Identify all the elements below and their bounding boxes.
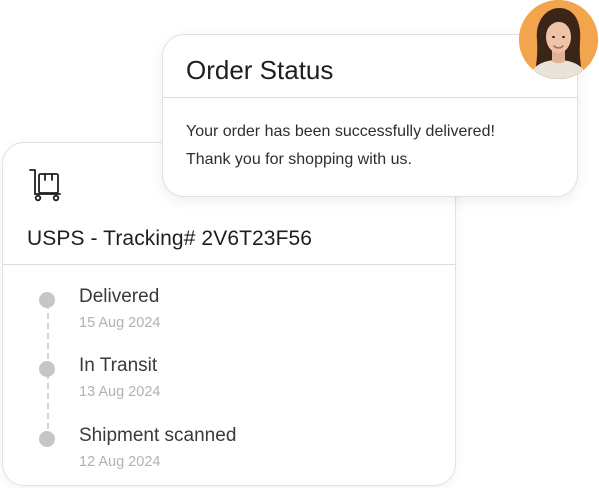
- timeline-status-label: Shipment scanned: [79, 425, 237, 446]
- user-avatar: [519, 0, 598, 79]
- message-line: Your order has been successfully deliver…: [186, 123, 495, 140]
- timeline-dot: [39, 292, 55, 308]
- message-line: Thank you for shopping with us.: [186, 151, 412, 168]
- divider: [3, 264, 455, 265]
- divider: [163, 97, 577, 98]
- timeline-status-label: Delivered: [79, 286, 160, 307]
- tracking-number-title: USPS - Tracking# 2V6T23F56: [27, 227, 313, 250]
- order-status-card: Order Status Your order has been success…: [162, 34, 578, 197]
- timeline-date: 15 Aug 2024: [79, 315, 161, 331]
- timeline-date: 13 Aug 2024: [79, 384, 161, 400]
- package-cart-icon: [27, 167, 63, 203]
- stage: USPS - Tracking# 2V6T23F56 Delivered 15 …: [0, 0, 599, 488]
- timeline-date: 12 Aug 2024: [79, 454, 161, 470]
- order-status-title: Order Status: [186, 55, 334, 85]
- timeline-dot: [39, 431, 55, 447]
- timeline-status-label: In Transit: [79, 355, 158, 376]
- order-status-message: Your order has been successfully deliver…: [186, 118, 556, 174]
- timeline-dot: [39, 361, 55, 377]
